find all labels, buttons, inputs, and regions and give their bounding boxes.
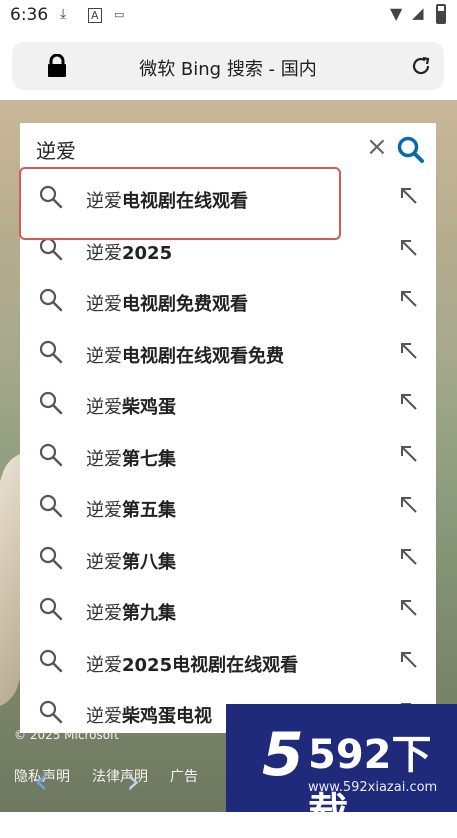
- suggestion-prefix: 逆爱: [86, 551, 122, 573]
- fill-query-arrow-icon[interactable]: [398, 546, 420, 568]
- search-icon[interactable]: [396, 135, 426, 165]
- reload-icon[interactable]: [410, 55, 432, 77]
- wifi-icon: ▼: [390, 4, 403, 23]
- back-arrow-icon[interactable]: ‹: [34, 764, 48, 800]
- suggestion-text: 逆爱柴鸡蛋: [86, 393, 176, 419]
- search-input[interactable]: 逆爱: [36, 135, 76, 164]
- suggestion-text: 逆爱第五集: [86, 496, 176, 522]
- suggestion-item[interactable]: 逆爱电视剧在线观看免费: [20, 328, 436, 380]
- page-title: 微软 Bing 搜索 - 国内: [139, 59, 317, 80]
- download-icon: ⤓: [60, 6, 67, 22]
- search-icon: [39, 700, 63, 724]
- fill-query-arrow-icon[interactable]: [398, 649, 420, 671]
- suggestion-completion: 电视剧免费观看: [122, 294, 248, 315]
- forward-arrow-icon[interactable]: ›: [126, 764, 140, 800]
- suggestion-item[interactable]: 逆爱第八集: [20, 534, 436, 586]
- highlight-box: [19, 167, 341, 240]
- battery-icon: [436, 4, 446, 24]
- search-icon: [39, 288, 63, 312]
- fill-query-arrow-icon[interactable]: [398, 443, 420, 465]
- suggestion-text: 逆爱电视剧在线观看免费: [86, 342, 284, 368]
- suggestion-text: 逆爱电视剧免费观看: [86, 290, 248, 316]
- suggestion-completion: 第七集: [122, 448, 176, 470]
- suggestion-text: 逆爱2025电视剧在线观看: [86, 651, 298, 677]
- suggestion-item[interactable]: 逆爱第九集: [20, 585, 436, 637]
- watermark-number: 5: [262, 720, 304, 790]
- address-bar[interactable]: 微软 Bing 搜索 - 国内: [12, 42, 444, 90]
- search-icon: [39, 443, 63, 466]
- suggestion-item[interactable]: 逆爱第五集: [20, 482, 436, 534]
- suggestion-prefix: 逆爱: [86, 706, 122, 727]
- suggestion-item[interactable]: 逆爱2025电视剧在线观看: [20, 637, 436, 689]
- suggestion-item[interactable]: 逆爱电视剧免费观看: [20, 276, 436, 328]
- status-bar: 6:36 ⤓ A ▭ ▼ ◢: [0, 0, 457, 32]
- suggestion-text: 逆爱第七集: [86, 445, 176, 471]
- fill-query-arrow-icon[interactable]: [398, 185, 420, 207]
- suggestion-completion: 第八集: [122, 551, 176, 573]
- suggestion-text: 逆爱柴鸡蛋电视: [86, 702, 212, 728]
- search-icon: [39, 391, 63, 415]
- suggestion-prefix: 逆爱: [86, 654, 122, 676]
- signal-icon: ◢: [412, 4, 424, 22]
- suggestion-completion: 2025电视剧在线观看: [122, 654, 299, 676]
- footer-link-ads[interactable]: 广告: [170, 766, 198, 786]
- suggestion-prefix: 逆爱: [86, 500, 122, 521]
- fill-query-arrow-icon[interactable]: [398, 288, 420, 310]
- fill-query-arrow-icon[interactable]: [398, 340, 420, 362]
- keyboard-icon: ▭: [114, 8, 125, 21]
- suggestion-text: 逆爱第九集: [86, 599, 176, 625]
- search-icon: [39, 597, 63, 621]
- suggestion-prefix: 逆爱: [86, 242, 122, 264]
- suggestion-text: 逆爱第八集: [86, 548, 176, 574]
- suggestion-completion: 电视剧在线观看免费: [122, 345, 284, 367]
- watermark-logo: 5 592下载 www.592xiazai.com: [226, 704, 457, 836]
- search-icon: [39, 494, 63, 518]
- suggestion-completion: 2025: [122, 242, 173, 264]
- search-icon: [39, 649, 63, 672]
- fill-query-arrow-icon[interactable]: [398, 597, 420, 619]
- fill-query-arrow-icon[interactable]: [398, 391, 420, 413]
- fill-query-arrow-icon[interactable]: [398, 494, 420, 516]
- suggestion-prefix: 逆爱: [86, 397, 122, 418]
- close-icon[interactable]: ×: [366, 133, 388, 161]
- suggestion-completion: 柴鸡蛋: [122, 397, 176, 418]
- search-icon: [39, 546, 63, 569]
- suggestion-completion: 柴鸡蛋电视: [122, 706, 212, 727]
- search-icon: [39, 340, 63, 363]
- suggestion-completion: 第五集: [122, 500, 176, 521]
- fill-query-arrow-icon[interactable]: [398, 237, 420, 259]
- suggestion-item[interactable]: 逆爱柴鸡蛋: [20, 379, 436, 431]
- suggestion-text: 逆爱2025: [86, 239, 172, 265]
- suggestion-prefix: 逆爱: [86, 294, 122, 315]
- suggestion-prefix: 逆爱: [86, 448, 122, 470]
- suggestion-prefix: 逆爱: [86, 603, 122, 624]
- suggestion-prefix: 逆爱: [86, 345, 122, 367]
- suggestion-list: 逆爱电视剧在线观看 逆爱2025 逆爱电视剧免费观看 逆爱电视剧在线观看免费 逆爱柴鸡蛋…: [20, 173, 436, 733]
- suggestion-item[interactable]: 逆爱第七集: [20, 431, 436, 483]
- status-time: 6:36: [10, 5, 49, 25]
- app-icon: A: [88, 8, 102, 23]
- watermark-url: www.592xiazai.com: [308, 780, 438, 795]
- search-box[interactable]: 逆爱 ×: [20, 123, 436, 173]
- suggestion-completion: 第九集: [122, 603, 176, 624]
